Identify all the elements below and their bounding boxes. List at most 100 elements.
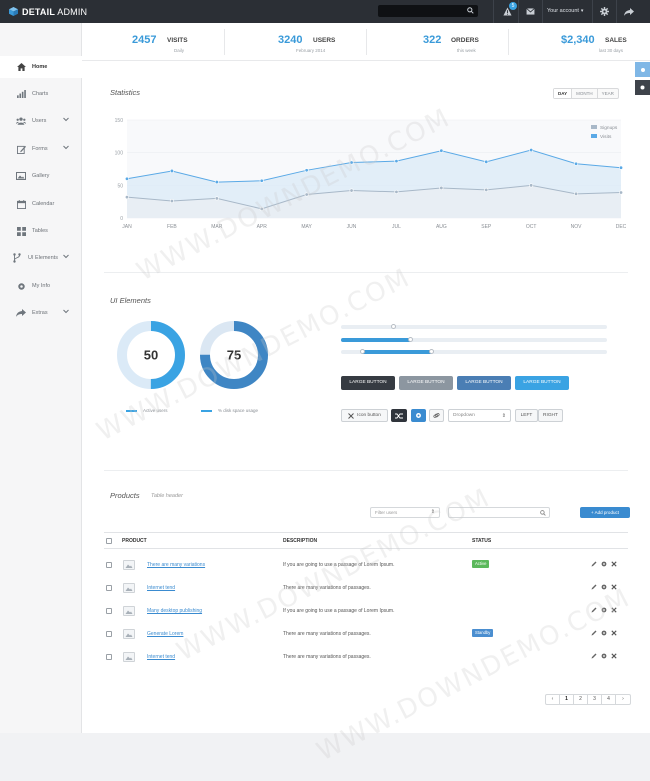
select-all-checkbox[interactable]: [106, 538, 112, 544]
large-button-dark[interactable]: LARGE BUTTON: [341, 376, 395, 390]
range-year[interactable]: YEAR: [598, 89, 618, 98]
share-button[interactable]: [622, 5, 635, 18]
column-header-product[interactable]: PRODUCT: [122, 538, 147, 544]
section-divider: [104, 470, 628, 471]
row-checkbox[interactable]: [106, 631, 112, 637]
pagination-next[interactable]: ›: [616, 695, 630, 704]
chart-x-tick-label: JUL: [392, 224, 401, 230]
sidebar-item-ui-elements[interactable]: UI Elements: [0, 247, 82, 269]
pencil-icon[interactable]: [591, 561, 597, 567]
left-button[interactable]: LEFT: [515, 409, 538, 422]
product-name-link[interactable]: There are many variations: [147, 562, 205, 568]
product-description: There are many variations of passages.: [283, 654, 371, 660]
product-name-link[interactable]: Many desktop publishing: [147, 608, 202, 614]
chart-legend-swatch: [591, 134, 597, 138]
column-header-status[interactable]: STATUS: [472, 538, 491, 544]
row-checkbox[interactable]: [106, 608, 112, 614]
top-separator: [493, 0, 494, 23]
slider-range[interactable]: [341, 349, 607, 354]
chart-point-visits: [394, 159, 399, 164]
shuffle-icon: [395, 413, 403, 418]
picture-icon: [125, 656, 133, 660]
sidebar-item-forms[interactable]: Forms: [0, 138, 82, 160]
row-checkbox[interactable]: [106, 562, 112, 568]
pencil-icon[interactable]: [591, 607, 597, 613]
large-button-gray[interactable]: LARGE BUTTON: [399, 376, 453, 390]
close-icon[interactable]: [611, 653, 617, 659]
product-name-link[interactable]: Generate Lorem: [147, 631, 183, 637]
chart-point-visits: [169, 168, 174, 173]
chart-x-tick-label: MAR: [211, 224, 223, 230]
add-product-button[interactable]: + Add product: [580, 507, 630, 518]
statistics-title: Statistics: [110, 88, 141, 97]
top-search-input[interactable]: [378, 5, 478, 17]
large-button-light-blue[interactable]: LARGE BUTTON: [515, 376, 569, 390]
account-menu[interactable]: Your account ▾: [547, 8, 583, 14]
settings-icon[interactable]: [601, 607, 607, 613]
pencil-icon[interactable]: [591, 653, 597, 659]
large-button-blue[interactable]: LARGE BUTTON: [457, 376, 511, 390]
settings-icon[interactable]: [601, 561, 607, 567]
stat-value: 2457: [132, 34, 157, 46]
section-divider: [104, 272, 628, 273]
grid-icon: [16, 226, 26, 236]
product-name-link[interactable]: Internet tend: [147, 585, 175, 591]
pagination-prev[interactable]: ‹: [546, 695, 560, 704]
sidebar-item-home[interactable]: Home: [0, 56, 82, 78]
stat-sub: Daily: [174, 48, 185, 53]
chart-point-signups: [349, 188, 354, 193]
icon-button[interactable]: Icon button: [341, 409, 388, 422]
product-search-input[interactable]: [448, 507, 550, 518]
cog-icon: [17, 282, 25, 290]
column-header-description[interactable]: DESCRIPTION: [283, 538, 317, 544]
pencil-icon[interactable]: [591, 584, 597, 590]
sidebar-item-charts[interactable]: Charts: [0, 83, 82, 105]
search-icon: [540, 510, 546, 516]
sidebar-item-my-info[interactable]: My Info: [0, 275, 82, 297]
chart-point-visits: [349, 160, 354, 165]
side-panel-tab[interactable]: [635, 62, 650, 77]
product-name-link[interactable]: Internet tend: [147, 654, 175, 660]
sidebar-item-calendar[interactable]: Calendar: [0, 193, 82, 215]
row-actions: [591, 607, 617, 613]
filter-users-select[interactable]: Filter users ⇕: [370, 507, 440, 518]
row-checkbox[interactable]: [106, 654, 112, 660]
settings-icon[interactable]: [601, 653, 607, 659]
sidebar-item-extras[interactable]: Extras: [0, 302, 82, 324]
chart-x-tick-label: SEP: [481, 224, 492, 230]
settings-icon[interactable]: [601, 584, 607, 590]
pagination-page-2[interactable]: 2: [574, 695, 588, 704]
settings-button[interactable]: [598, 5, 611, 18]
link-button[interactable]: [429, 409, 444, 422]
sidebar-item-tables[interactable]: Tables: [0, 220, 82, 242]
row-checkbox[interactable]: [106, 585, 112, 591]
sidebar-item-users[interactable]: Users: [0, 110, 82, 132]
slider-handle[interactable]: [360, 349, 365, 354]
logo[interactable]: DETAIL ADMIN: [9, 6, 87, 17]
range-month[interactable]: MONTH: [572, 89, 598, 98]
slider-handle[interactable]: [429, 349, 434, 354]
table-top-border: [104, 532, 628, 533]
slider-handle[interactable]: [391, 324, 396, 329]
mail-button[interactable]: [524, 5, 537, 18]
dropdown-select[interactable]: Dropdown ⇕: [448, 409, 511, 422]
pencil-icon[interactable]: [591, 630, 597, 636]
sidebar-item-gallery[interactable]: Gallery: [0, 165, 82, 187]
pagination-page-3[interactable]: 3: [588, 695, 602, 704]
table-row: Internet tend There are many variations o…: [104, 577, 628, 600]
range-day[interactable]: DAY: [554, 89, 573, 98]
shuffle-button[interactable]: [391, 409, 407, 422]
pagination-page-4[interactable]: 4: [602, 695, 616, 704]
slider-handle[interactable]: [408, 337, 413, 342]
close-icon[interactable]: [611, 607, 617, 613]
side-panel-tab[interactable]: [635, 80, 650, 95]
close-icon[interactable]: [611, 561, 617, 567]
settings-toggle-button[interactable]: [411, 409, 426, 422]
right-button[interactable]: RIGHT: [538, 409, 563, 422]
pagination-page-1[interactable]: 1: [560, 695, 574, 704]
close-icon[interactable]: [611, 630, 617, 636]
close-icon[interactable]: [611, 584, 617, 590]
slider-2[interactable]: [341, 337, 607, 342]
settings-icon[interactable]: [601, 630, 607, 636]
slider-1[interactable]: [341, 324, 607, 329]
